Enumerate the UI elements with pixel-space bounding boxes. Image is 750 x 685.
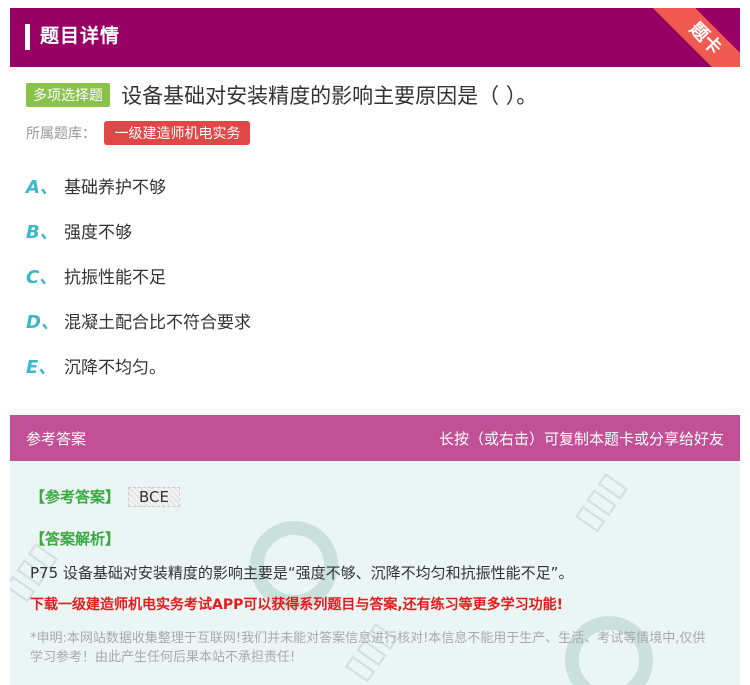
- option-text: 抗振性能不足: [64, 268, 166, 288]
- option-letter: C、: [26, 267, 58, 288]
- answer-section-body: ▯▯▯ ▯▯▯ ▯▯▯ 【参考答案】 BCE 【答案解析】 P75 设备基础对安装…: [10, 461, 740, 685]
- question-bank-row: 所属题库： 一级建造师机电实务: [26, 121, 251, 145]
- option-letter: D、: [26, 312, 59, 333]
- page-header: 题目详情 题卡: [10, 8, 740, 67]
- option-letter: E、: [26, 357, 57, 378]
- option-c[interactable]: C、 抗振性能不足: [26, 263, 426, 293]
- disclaimer-text: *申明:本网站数据收集整理于互联网!我们并未能对答案信息进行核对!本信息不能用于…: [30, 631, 706, 665]
- option-text: 混凝土配合比不符合要求: [64, 313, 251, 333]
- option-letter: A、: [26, 177, 58, 198]
- header-accent-bar: [25, 24, 30, 50]
- page-title: 题目详情: [40, 25, 121, 47]
- analysis-text: P75 设备基础对安装精度的影响主要是“强度不够、沉降不均匀和抗振性能不足”。: [30, 564, 574, 582]
- answer-tag: 【参考答案】: [30, 488, 121, 506]
- answer-section-header: 参考答案 长按（或右击）可复制本题卡或分享给好友: [10, 415, 740, 461]
- answer-value: BCE: [128, 487, 180, 507]
- question-bank-label: 所属题库：: [26, 126, 96, 142]
- option-a[interactable]: A、 基础养护不够: [26, 173, 426, 203]
- copy-share-hint: 长按（或右击）可复制本题卡或分享给好友: [438, 430, 724, 448]
- analysis-tag: 【答案解析】: [30, 530, 121, 548]
- option-text: 基础养护不够: [64, 178, 166, 198]
- question-card-ribbon[interactable]: 题卡: [648, 8, 740, 67]
- option-text: 强度不够: [64, 223, 132, 243]
- question-bank-link[interactable]: 一级建造师机电实务: [104, 121, 251, 145]
- question-stem: 多项选择题 设备基础对安装精度的影响主要原因是（ ）。: [26, 80, 730, 110]
- answer-row: 【参考答案】 BCE: [30, 486, 180, 507]
- question-text: 设备基础对安装精度的影响主要原因是（ ）。: [121, 84, 538, 108]
- option-letter: B、: [26, 222, 58, 243]
- option-d[interactable]: D、 混凝土配合比不符合要求: [26, 308, 426, 338]
- watermark-icon: ▯▯▯: [565, 465, 634, 538]
- answer-section-label: 参考答案: [26, 430, 87, 448]
- option-e[interactable]: E、 沉降不均匀。: [26, 353, 426, 383]
- option-text: 沉降不均匀。: [64, 358, 166, 378]
- question-type-badge: 多项选择题: [26, 83, 110, 107]
- option-b[interactable]: B、 强度不够: [26, 218, 426, 248]
- analysis-row: 【答案解析】: [30, 528, 120, 549]
- app-download-link[interactable]: 下载一级建造师机电实务考试APP可以获得系列题目与答案,还有练习等更多学习功能!: [30, 594, 563, 614]
